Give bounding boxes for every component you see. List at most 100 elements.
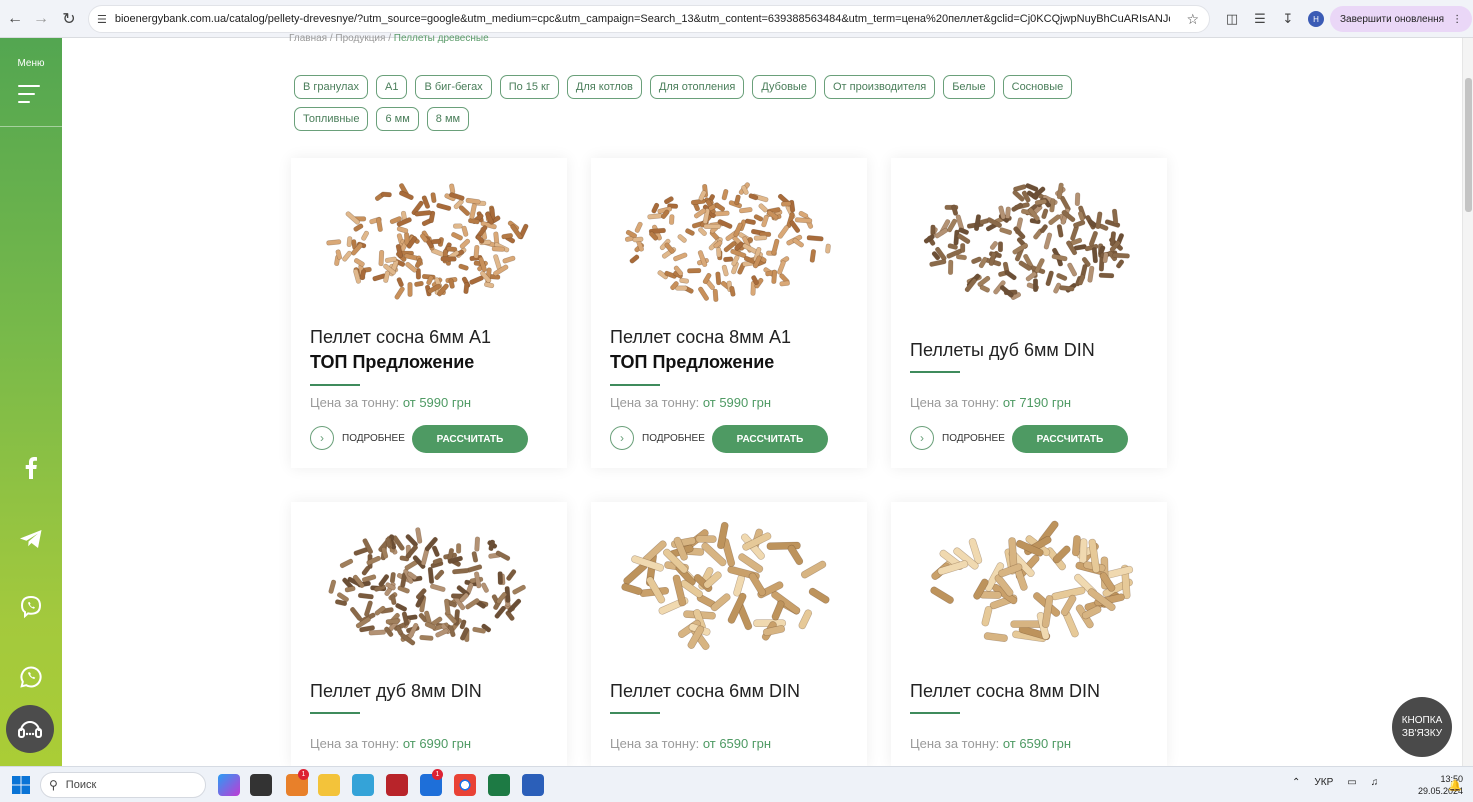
- copilot-icon[interactable]: [218, 774, 240, 796]
- pdf-app-icon[interactable]: [386, 774, 408, 796]
- file-explorer-icon[interactable]: [318, 774, 340, 796]
- details-label: ПОДРОБНЕЕ: [342, 432, 405, 444]
- pellet-grain: [668, 214, 675, 225]
- product-title[interactable]: Пеллет сосна 6мм DIN: [610, 678, 800, 704]
- menu-burger-icon[interactable]: [18, 85, 40, 105]
- forward-icon[interactable]: →: [28, 6, 54, 32]
- whatsapp-icon[interactable]: [16, 662, 46, 692]
- volume-icon[interactable]: ♫: [1371, 777, 1379, 788]
- pellet-grain: [690, 198, 706, 206]
- notification-bell-icon[interactable]: 🔔: [1448, 779, 1462, 792]
- scrollbar-thumb[interactable]: [1465, 78, 1472, 212]
- extensions-icon[interactable]: ◫: [1218, 5, 1246, 33]
- pellet-grain: [748, 193, 759, 201]
- pellet-grain: [779, 280, 790, 287]
- product-image[interactable]: [321, 170, 537, 310]
- pellet-grain: [979, 284, 990, 293]
- site-info-icon[interactable]: ☰: [97, 13, 107, 26]
- calculate-button[interactable]: РАССЧИТАТЬ: [1012, 425, 1128, 453]
- product-card[interactable]: Пеллет сосна 6мм DIN Цена за тонну: от 6…: [591, 502, 867, 766]
- product-title[interactable]: Пеллет сосна 6мм А1: [310, 324, 491, 350]
- details-link[interactable]: › ПОДРОБНЕЕ: [310, 426, 405, 450]
- filter-chip[interactable]: Сосновые: [1002, 75, 1073, 99]
- pellet-grain: [378, 249, 385, 267]
- bookmark-star-icon[interactable]: ☆: [1186, 11, 1199, 28]
- details-link[interactable]: › ПОДРОБНЕЕ: [610, 426, 705, 450]
- product-image[interactable]: [321, 514, 537, 654]
- pellet-grain: [415, 527, 423, 544]
- filter-chip[interactable]: Для отопления: [649, 75, 745, 99]
- facebook-icon[interactable]: [16, 453, 46, 483]
- calculate-button[interactable]: РАССЧИТАТЬ: [712, 425, 828, 453]
- messenger-app-icon[interactable]: 1: [420, 769, 443, 796]
- chat-support-button[interactable]: [6, 705, 54, 753]
- pellet-grain: [342, 250, 352, 262]
- address-bar[interactable]: ☰ bioenergybank.com.ua/catalog/pellety-d…: [88, 5, 1210, 33]
- back-icon[interactable]: ←: [2, 6, 28, 32]
- update-button[interactable]: Завершити оновлення ⋮: [1330, 6, 1473, 32]
- filter-chip[interactable]: Топливные: [294, 107, 369, 131]
- filter-chip[interactable]: A1: [376, 75, 408, 99]
- filter-chip[interactable]: По 15 кг: [499, 75, 559, 99]
- pellet-grain: [1056, 272, 1068, 281]
- product-title[interactable]: Пеллет сосна 8мм А1: [610, 324, 791, 350]
- filter-chip[interactable]: От производителя: [823, 75, 936, 99]
- title-underline: [910, 712, 960, 714]
- network-icon[interactable]: ▭: [1347, 777, 1356, 788]
- taskbar-search[interactable]: ⚲ Поиск: [40, 772, 206, 798]
- url-text[interactable]: bioenergybank.com.ua/catalog/pellety-dre…: [115, 13, 1170, 25]
- viber-icon[interactable]: [16, 592, 46, 622]
- pellet-grain: [1045, 270, 1054, 287]
- calculate-button[interactable]: РАССЧИТАТЬ: [412, 425, 528, 453]
- filter-chip[interactable]: 6 мм: [376, 107, 419, 131]
- pellet-grain: [997, 241, 1004, 253]
- product-image[interactable]: [921, 170, 1137, 310]
- filter-chip[interactable]: Дубовые: [752, 75, 816, 99]
- word-icon[interactable]: [522, 774, 544, 796]
- notes-app-icon[interactable]: [352, 774, 374, 796]
- excel-icon[interactable]: [488, 774, 510, 796]
- product-image[interactable]: [921, 514, 1137, 654]
- product-title[interactable]: Пеллет сосна 8мм DIN: [910, 678, 1100, 704]
- reload-icon[interactable]: ↻: [56, 6, 82, 32]
- pellet-grain: [1032, 278, 1039, 293]
- breadcrumb-separator: /: [388, 33, 391, 44]
- download-icon[interactable]: ↧: [1274, 5, 1302, 33]
- pellet-grain: [621, 583, 643, 596]
- product-image[interactable]: [621, 170, 837, 310]
- pellet-grain: [357, 592, 374, 600]
- filter-chip[interactable]: Для котлов: [566, 75, 642, 99]
- pellet-grain: [930, 586, 954, 604]
- product-image[interactable]: [621, 514, 837, 654]
- pellet-grain: [960, 243, 966, 253]
- chevron-up-icon[interactable]: ⌃: [1292, 777, 1300, 788]
- telegram-icon[interactable]: [16, 524, 46, 554]
- pellet-grain: [825, 243, 831, 254]
- product-title[interactable]: Пеллет дуб 8мм DIN: [310, 678, 482, 704]
- breadcrumb-home[interactable]: Главная: [289, 33, 327, 44]
- pellet-grain: [344, 585, 356, 593]
- product-card[interactable]: Пеллет сосна 8мм А1 ТОП Предложение Цена…: [591, 158, 867, 468]
- pellet-grain: [396, 226, 409, 234]
- pellet-grain: [430, 238, 442, 245]
- chrome-icon[interactable]: [454, 774, 476, 796]
- product-card[interactable]: Пеллет сосна 8мм DIN Цена за тонну: от 6…: [891, 502, 1167, 766]
- product-card[interactable]: Пеллеты дуб 6мм DIN Цена за тонну: от 71…: [891, 158, 1167, 468]
- windows-start-icon[interactable]: [12, 776, 30, 794]
- store-app-icon[interactable]: 1: [286, 769, 309, 796]
- filter-chip[interactable]: Белые: [943, 75, 995, 99]
- filter-chip[interactable]: 8 мм: [426, 107, 470, 131]
- language-indicator[interactable]: УКР: [1314, 777, 1333, 788]
- filter-chip[interactable]: В биг-бегах: [415, 75, 492, 99]
- profile-avatar[interactable]: H: [1308, 11, 1324, 27]
- product-title[interactable]: Пеллеты дуб 6мм DIN: [910, 337, 1095, 363]
- product-card[interactable]: Пеллет сосна 6мм А1 ТОП Предложение Цена…: [291, 158, 567, 468]
- details-link[interactable]: › ПОДРОБНЕЕ: [910, 426, 1005, 450]
- page-scrollbar[interactable]: [1462, 38, 1473, 766]
- contact-button[interactable]: КНОПКА ЗВ'ЯЗКУ: [1392, 697, 1452, 757]
- media-control-icon[interactable]: ☰: [1246, 5, 1274, 33]
- task-view-icon[interactable]: [250, 774, 272, 796]
- filter-chip[interactable]: В гранулах: [294, 75, 369, 99]
- product-card[interactable]: Пеллет дуб 8мм DIN Цена за тонну: от 699…: [291, 502, 567, 766]
- breadcrumb-products[interactable]: Продукция: [335, 33, 385, 44]
